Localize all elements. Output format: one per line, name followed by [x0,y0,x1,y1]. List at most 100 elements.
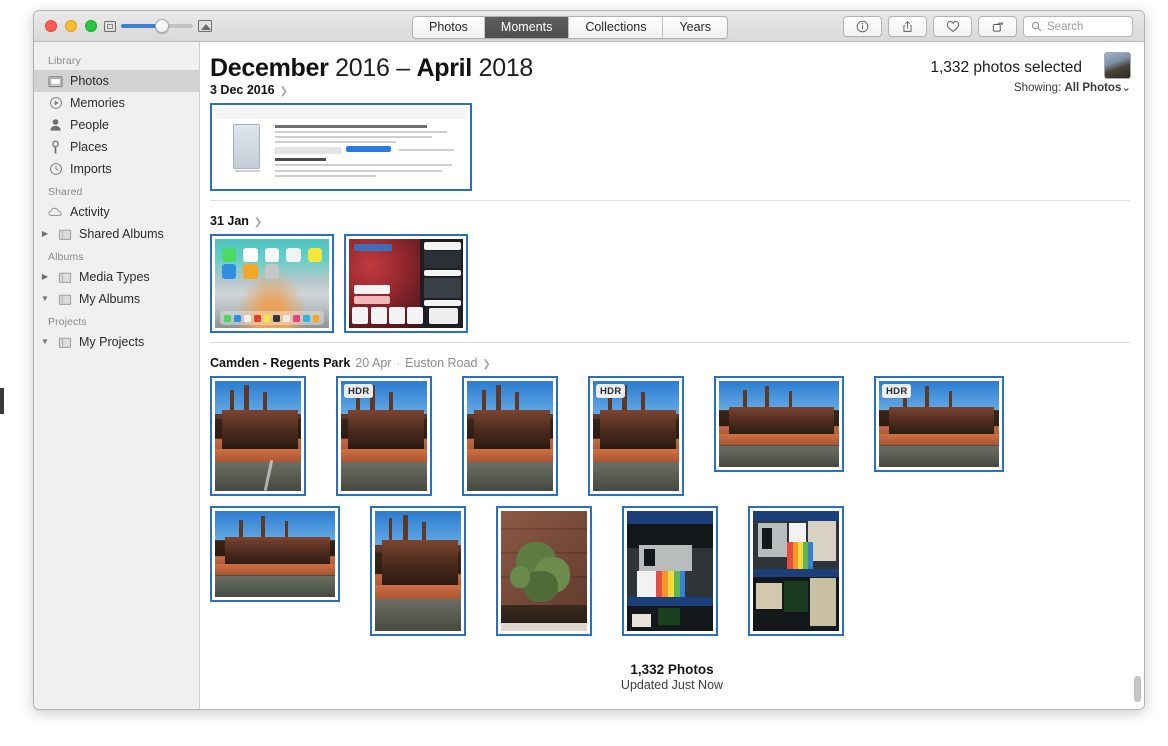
disclosure-triangle-collapsed[interactable]: ▶ [40,223,50,245]
cloud-icon [48,205,63,220]
share-button[interactable] [888,16,927,37]
moment-date: 20 Apr [355,356,392,370]
moment-divider [210,342,1130,343]
disclosure-triangle-expanded[interactable]: ▼ [40,331,50,353]
photo-scroll-area[interactable]: 3 Dec 2016 ❯ 31 Jan ❯ Camden - Regents P… [200,83,1144,709]
info-icon [856,20,869,33]
share-icon [903,21,912,32]
chevron-right-icon[interactable]: ❯ [482,359,490,370]
photo-image-st-pancras [215,381,301,491]
sidebar-item-places[interactable]: Places [34,136,199,158]
sidebar-section-albums: Albums [48,251,84,263]
photo-image-st-pancras-landscape [719,381,839,467]
sidebar-item-imports[interactable]: Imports [34,158,199,180]
album-icon [57,335,72,350]
title-year-end: 2018 [478,54,534,82]
moment-divider [210,200,1130,201]
sidebar: Library Photos Memories People Places Im… [34,42,200,709]
window-body: Library Photos Memories People Places Im… [34,42,1144,709]
photo-image-webpage-screenshot [215,108,467,186]
favorite-button[interactable] [933,16,972,37]
rotate-button[interactable] [978,16,1017,37]
moment-place: Euston Road [405,356,478,370]
disclosure-triangle-collapsed[interactable]: ▶ [40,266,50,288]
photo-image-ipad-homescreen [215,239,329,328]
photo-thumbnail[interactable] [344,234,468,333]
sidebar-item-my-albums[interactable]: ▼ My Albums [34,288,199,310]
photo-thumbnail[interactable]: HDR [588,376,684,496]
sidebar-section-projects: Projects [48,316,87,328]
sidebar-item-activity[interactable]: Activity [34,201,199,223]
sidebar-item-label: People [70,118,109,132]
zoom-button[interactable] [85,20,97,32]
photo-thumbnail[interactable] [370,506,466,636]
moment-photo-grid: HDR HDR HDR [200,376,1144,636]
disclosure-triangle-expanded[interactable]: ▼ [40,288,50,310]
photo-thumbnail[interactable] [748,506,844,636]
close-button[interactable] [45,20,57,32]
sidebar-item-label: Activity [70,205,110,219]
chevron-right-icon[interactable]: ❯ [280,86,288,97]
sidebar-item-people[interactable]: People [34,114,199,136]
sidebar-item-my-projects[interactable]: ▼ My Projects [34,331,199,353]
photo-thumbnail[interactable] [622,506,718,636]
selection-thumbnail[interactable] [1104,52,1131,79]
sidebar-section-library: Library [48,55,81,67]
photo-image-st-pancras [467,381,553,491]
moment-header[interactable]: 3 Dec 2016 ❯ [200,83,1144,103]
info-button[interactable] [843,16,882,37]
sidebar-item-label: Media Types [79,270,150,284]
traffic-lights [45,20,97,32]
hdr-badge: HDR [596,384,626,398]
photo-thumbnail[interactable] [496,506,592,636]
moment-header[interactable]: Camden - Regents Park 20 Apr · Euston Ro… [200,356,1144,376]
photo-image-plant-brick-wall [501,511,587,631]
imports-clock-icon [48,162,63,177]
large-thumbnail-icon[interactable] [198,20,212,32]
title-year-start: 2016 [335,54,390,82]
vertical-scrollbar-thumb[interactable] [1134,676,1141,702]
library-photo-count: 1,332 Photos [630,662,714,677]
sidebar-item-media-types[interactable]: ▶ Media Types [34,266,199,288]
tab-moments[interactable]: Moments [484,17,570,38]
search-input[interactable]: Search [1023,16,1133,37]
title-month-end: April [416,54,473,82]
photo-thumbnail[interactable] [714,376,844,472]
slider-knob[interactable] [155,19,169,33]
chevron-right-icon[interactable]: ❯ [254,217,262,228]
main-content: December 2016 – April 2018 1,332 photos … [200,42,1144,709]
moment-title: 3 Dec 2016 [210,83,275,97]
view-mode-tabs[interactable]: Photos Moments Collections Years [412,16,728,39]
photo-image-interior-shelving-b [753,511,839,631]
moment-photo-grid [200,234,1144,333]
rotate-icon [992,22,1003,32]
tab-collections[interactable]: Collections [569,17,664,38]
sidebar-item-label: Memories [70,96,125,110]
library-header: December 2016 – April 2018 1,332 photos … [200,42,1144,94]
photo-thumbnail[interactable] [462,376,558,496]
photo-thumbnail[interactable]: HDR [874,376,1004,472]
album-icon [57,292,72,307]
photo-thumbnail[interactable] [210,376,306,496]
title-month-start: December [210,54,329,82]
photo-image-st-pancras [375,511,461,631]
minimize-button[interactable] [65,20,77,32]
small-thumbnail-icon[interactable] [104,20,116,32]
album-icon [57,270,72,285]
heart-icon [946,20,959,32]
sidebar-item-shared-albums[interactable]: ▶ Shared Albums [34,223,199,245]
moment-photo-grid [200,103,1144,191]
photo-thumbnail[interactable] [210,234,334,333]
slider-track[interactable] [121,19,193,33]
sidebar-item-photos[interactable]: Photos [34,70,199,92]
places-pin-icon [48,140,63,155]
photo-image-ipad-dashboard [349,239,463,328]
sidebar-item-memories[interactable]: Memories [34,92,199,114]
moment-header[interactable]: 31 Jan ❯ [200,214,1144,234]
thumbnail-size-slider[interactable] [104,19,212,33]
tab-years[interactable]: Years [663,17,727,38]
photo-thumbnail[interactable]: HDR [336,376,432,496]
photo-thumbnail[interactable] [210,506,340,602]
photo-thumbnail[interactable] [210,103,472,191]
tab-photos[interactable]: Photos [413,17,485,38]
